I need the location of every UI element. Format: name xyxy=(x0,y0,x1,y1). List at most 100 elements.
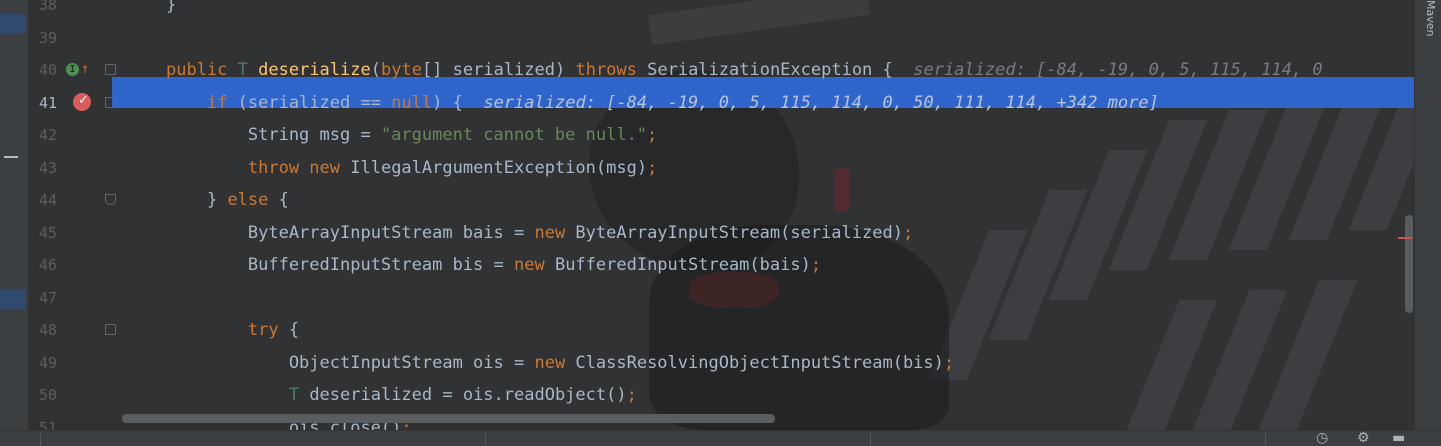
code-editor[interactable]: } public T deserialize(byte[] serialized)… xyxy=(161,0,1414,430)
code-line[interactable]: if (serialized == null) { serialized: [-… xyxy=(166,87,1159,119)
code-token: if xyxy=(206,92,238,113)
line-number: 42 xyxy=(38,126,57,144)
line-number: 48 xyxy=(38,321,57,339)
inline-debug-value: serialized: [-84, -19, 0, 5, 115, 114, 0… xyxy=(462,92,1159,113)
code-token: { xyxy=(278,190,289,210)
fold-toggle-icon[interactable] xyxy=(105,96,116,108)
code-token: IllegalArgumentException(msg) xyxy=(350,157,648,178)
maven-tool-tab[interactable]: Maven xyxy=(1417,0,1437,36)
gutter-row[interactable]: 47 xyxy=(29,282,161,314)
line-number: 46 xyxy=(38,256,57,274)
line-number: 41 xyxy=(38,93,57,112)
line-number: 49 xyxy=(38,353,57,372)
code-token: deserialized = ois.readObject() xyxy=(309,385,627,405)
tool-window-tab-marker[interactable] xyxy=(0,289,26,309)
gutter-row[interactable]: 49 xyxy=(29,347,161,379)
up-arrow-icon[interactable]: ↑ xyxy=(81,58,89,80)
line-number: 44 xyxy=(38,191,57,209)
gutter-row[interactable]: 48 xyxy=(29,314,161,346)
code-token: } xyxy=(166,190,228,210)
code-token: throws xyxy=(575,60,648,80)
code-token: } xyxy=(166,0,177,15)
code-token: SerializationException { xyxy=(647,60,893,80)
code-token: throw new xyxy=(247,157,351,178)
gutter-row[interactable]: 44 xyxy=(29,184,161,216)
gutter-row[interactable]: 41 ✓ xyxy=(29,87,161,119)
line-number: 45 xyxy=(38,223,57,242)
code-line[interactable]: try { xyxy=(166,314,299,346)
editor-gutter[interactable]: 38 39 40 I ↑ 41 ✓ 42 43 44 45 46 47 48 49 50 51 xyxy=(29,0,161,437)
gutter-row[interactable]: 46 xyxy=(29,249,161,281)
horizontal-scrollbar[interactable] xyxy=(122,414,775,423)
check-icon: ✓ xyxy=(78,92,89,108)
code-token: else xyxy=(227,190,279,210)
code-token: [] serialized) xyxy=(421,60,576,80)
code-token: BufferedInputStream bis = xyxy=(166,255,514,275)
code-line[interactable]: throw new IllegalArgumentException(msg); xyxy=(166,152,657,184)
gear-icon[interactable]: ⚙ xyxy=(1357,431,1370,446)
line-number: 40 xyxy=(38,61,57,79)
line-number: 43 xyxy=(38,158,57,177)
fold-toggle-icon[interactable] xyxy=(105,194,116,205)
code-line[interactable]: String msg = "argument cannot be null."; xyxy=(166,119,657,151)
code-token: ; xyxy=(647,125,658,145)
globe-icon[interactable]: ◷ xyxy=(1316,431,1328,446)
code-token: ClassResolvingObjectInputStream(bis) xyxy=(575,352,944,373)
code-token: T xyxy=(237,60,259,80)
gutter-row[interactable]: 50 xyxy=(29,379,161,411)
code-token: ByteArrayInputStream bais = xyxy=(166,222,535,243)
code-token: null xyxy=(391,92,433,113)
code-line[interactable]: } xyxy=(166,0,176,21)
code-token: T xyxy=(288,385,310,405)
code-token: String msg = xyxy=(166,125,381,145)
code-token: deserialize xyxy=(258,60,371,80)
minimize-icon[interactable]: ▬ xyxy=(1392,431,1405,446)
tool-window-tab-active[interactable] xyxy=(0,14,26,34)
line-number: 50 xyxy=(38,386,57,404)
gutter-row[interactable]: 43 xyxy=(29,152,161,184)
gutter-row[interactable]: 39 xyxy=(29,22,161,54)
code-token: try xyxy=(247,320,289,340)
code-line[interactable]: BufferedInputStream bis = new BufferedIn… xyxy=(166,249,821,281)
code-token: ; xyxy=(647,157,658,178)
gutter-row[interactable]: 38 xyxy=(29,0,161,21)
line-number: 39 xyxy=(38,28,57,47)
code-line[interactable]: } else { xyxy=(166,184,289,216)
code-token: byte xyxy=(380,60,422,80)
implements-icon[interactable]: I xyxy=(66,63,79,76)
collapse-icon[interactable] xyxy=(4,156,18,158)
gutter-row[interactable]: 40 I ↑ xyxy=(29,54,161,86)
right-tool-strip xyxy=(1414,0,1441,430)
error-stripe-marker[interactable] xyxy=(1398,237,1412,239)
code-token: (serialized == xyxy=(237,92,392,113)
code-line[interactable]: T deserialized = ois.readObject(); xyxy=(166,379,637,411)
code-token: ; xyxy=(943,352,955,373)
code-token: new xyxy=(534,352,576,373)
fold-toggle-icon[interactable] xyxy=(105,64,116,75)
vertical-scrollbar[interactable] xyxy=(1405,215,1413,313)
code-line[interactable]: ObjectInputStream ois = new ClassResolvi… xyxy=(166,347,954,379)
code-line[interactable]: public T deserialize(byte[] serialized) … xyxy=(166,54,1323,86)
code-token: new xyxy=(534,222,576,243)
gutter-row[interactable]: 42 xyxy=(29,119,161,151)
code-token: ; xyxy=(626,385,637,405)
status-bar: ◷ ⚙ ▬ xyxy=(0,430,1441,446)
code-token: ( xyxy=(370,60,381,80)
code-line[interactable]: ByteArrayInputStream bais = new ByteArra… xyxy=(166,217,913,249)
code-token: public xyxy=(166,60,238,80)
code-token: ) { xyxy=(432,92,463,113)
code-token: { xyxy=(288,320,300,340)
inline-debug-value: serialized: [-84, -19, 0, 5, 115, 114, 0 xyxy=(892,60,1323,80)
fold-toggle-icon[interactable] xyxy=(105,324,116,335)
code-token: ; xyxy=(810,255,822,275)
code-token: ; xyxy=(902,222,914,243)
code-token: BufferedInputStream(bais) xyxy=(554,255,811,275)
line-number: 38 xyxy=(38,0,57,14)
code-token: "argument cannot be null." xyxy=(380,125,648,145)
gutter-row[interactable]: 45 xyxy=(29,217,161,249)
code-token: ObjectInputStream ois = xyxy=(166,352,535,373)
left-tool-strip xyxy=(0,0,29,430)
